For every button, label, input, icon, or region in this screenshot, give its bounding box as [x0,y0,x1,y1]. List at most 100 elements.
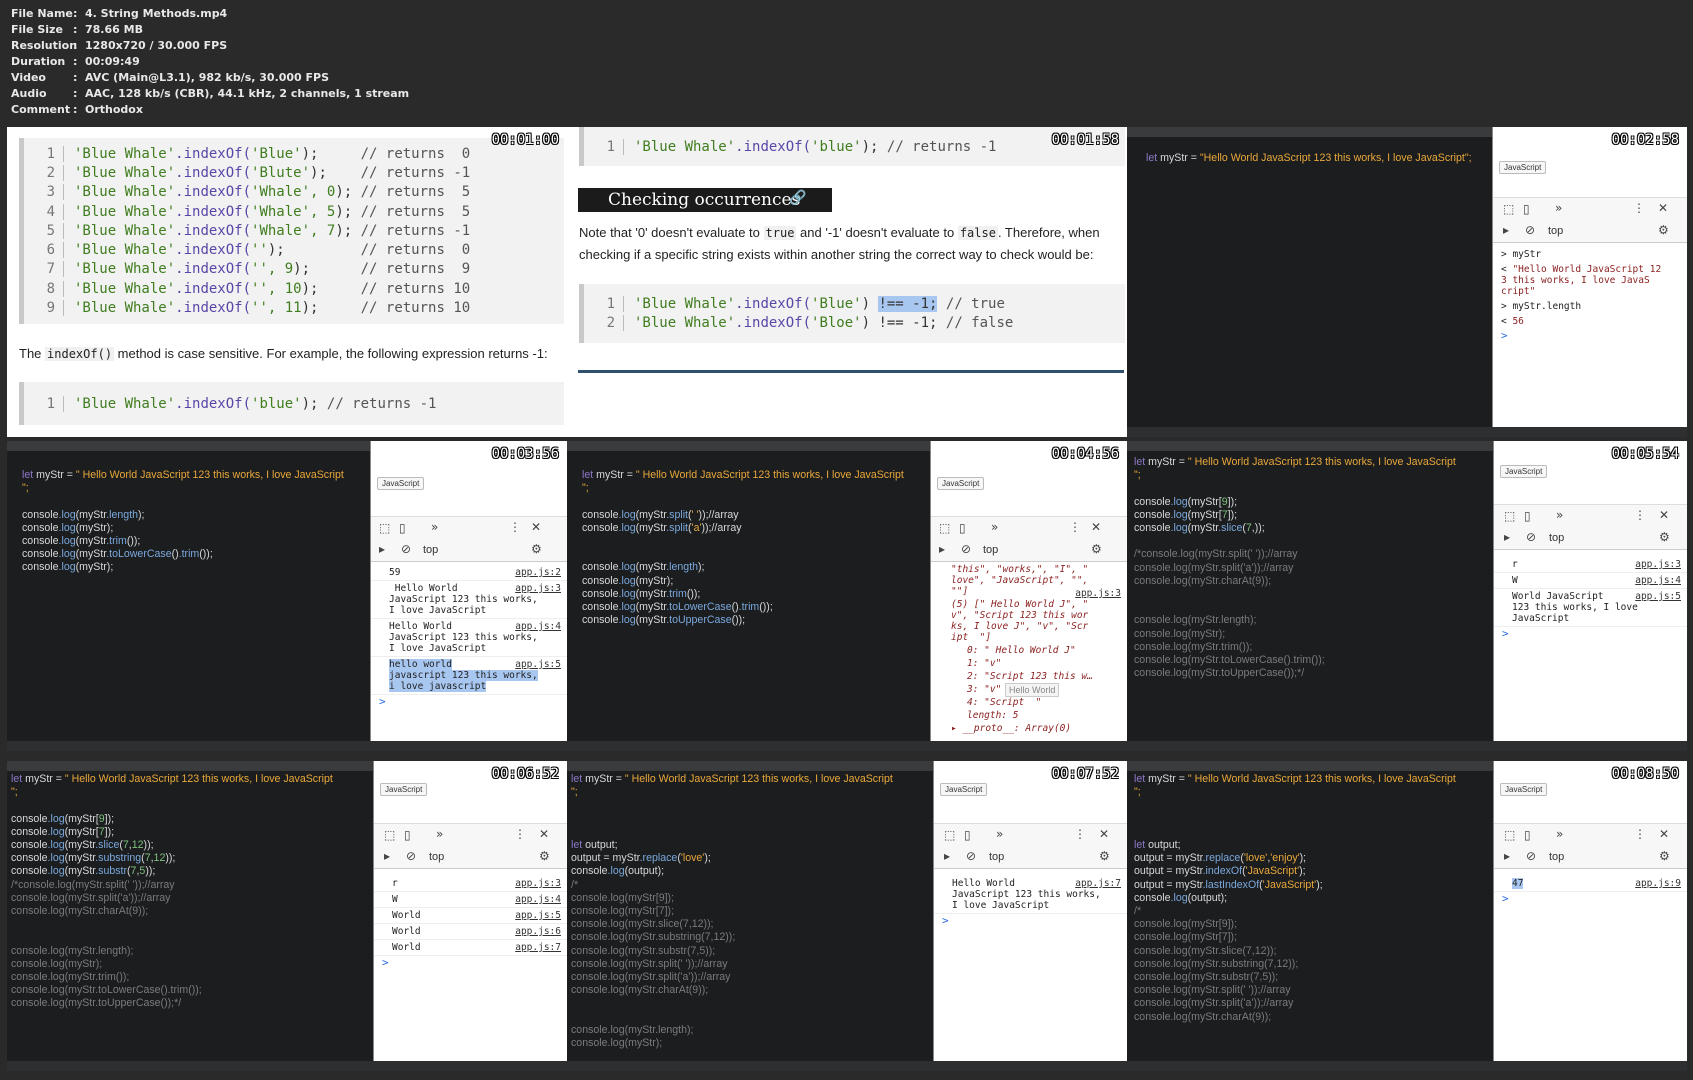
context-selector[interactable]: top [423,544,438,556]
inspect-icon[interactable]: ⬚ [379,521,390,535]
clear-icon[interactable]: ⊘ [1526,530,1536,544]
console-row: length: 5 [931,709,1127,722]
menu-icon[interactable]: ⋮ [1069,520,1081,534]
source-link[interactable]: app.js:7 [515,942,561,953]
source-link[interactable]: app.js:3 [515,583,561,594]
more-tabs-icon[interactable]: » [996,827,1003,841]
gear-icon[interactable]: ⚙ [1091,542,1102,556]
more-tabs-icon[interactable]: » [991,520,998,534]
console-prompt[interactable]: > [934,914,1127,927]
editor-code[interactable]: let myStr = " Hello World JavaScript 123… [1134,456,1456,680]
context-selector[interactable]: top [1549,851,1564,863]
sidebar-icon[interactable]: ▸ [1504,849,1510,863]
gear-icon[interactable]: ⚙ [1658,223,1669,237]
close-icon[interactable]: ✕ [531,520,541,534]
inspect-icon[interactable]: ⬚ [1503,202,1514,216]
sidebar-icon[interactable]: ▸ [939,542,945,556]
more-tabs-icon[interactable]: » [1555,201,1562,215]
page-tab[interactable]: JavaScript [1500,783,1548,796]
sidebar-icon[interactable]: ▸ [944,849,950,863]
source-link[interactable]: app.js:9 [1635,878,1681,889]
source-link[interactable]: app.js:4 [515,894,561,905]
close-icon[interactable]: ✕ [1659,508,1669,522]
editor-code[interactable]: let myStr = " Hello World JavaScript 123… [582,469,904,627]
editor-code[interactable]: let myStr = "Hello World JavaScript 123 … [1146,152,1472,165]
clear-icon[interactable]: ⊘ [961,542,971,556]
context-selector[interactable]: top [983,544,998,556]
close-icon[interactable]: ✕ [539,827,549,841]
console-prompt[interactable]: > [371,695,567,708]
context-selector[interactable]: top [1548,225,1563,237]
more-tabs-icon[interactable]: » [1556,827,1563,841]
editor-code[interactable]: let myStr = " Hello World JavaScript 123… [22,469,344,575]
page-tab[interactable]: JavaScript [1500,465,1548,478]
inspect-icon[interactable]: ⬚ [939,521,950,535]
more-tabs-icon[interactable]: » [436,827,443,841]
editor-code[interactable]: let myStr = " Hello World JavaScript 123… [1134,773,1456,1024]
gear-icon[interactable]: ⚙ [1099,849,1110,863]
sidebar-icon[interactable]: ▸ [1503,223,1509,237]
close-icon[interactable]: ✕ [1099,827,1109,841]
device-icon[interactable]: ▯ [404,828,411,842]
close-icon[interactable]: ✕ [1659,827,1669,841]
sidebar-icon[interactable]: ▸ [379,542,385,556]
source-link[interactable]: app.js:3 [1635,559,1681,570]
device-icon[interactable]: ▯ [964,828,971,842]
page-tab[interactable]: JavaScript [940,783,988,796]
source-link[interactable]: app.js:2 [515,567,561,578]
device-icon[interactable]: ▯ [1523,202,1530,216]
source-link[interactable]: app.js:7 [1075,878,1121,889]
menu-icon[interactable]: ⋮ [1634,508,1646,522]
source-link[interactable]: app.js:5 [1635,591,1681,602]
menu-icon[interactable]: ⋮ [509,520,521,534]
inspect-icon[interactable]: ⬚ [384,828,395,842]
sidebar-icon[interactable]: ▸ [384,849,390,863]
source-link[interactable]: app.js:4 [1635,575,1681,586]
menu-icon[interactable]: ⋮ [514,827,526,841]
menu-icon[interactable]: ⋮ [1074,827,1086,841]
context-selector[interactable]: top [1549,532,1564,544]
editor-code[interactable]: let myStr = " Hello World JavaScript 123… [11,773,333,1011]
close-icon[interactable]: ✕ [1658,201,1668,215]
device-icon[interactable]: ▯ [1524,509,1531,523]
console-prompt[interactable]: > [1493,329,1687,342]
menu-icon[interactable]: ⋮ [1633,201,1645,215]
menu-icon[interactable]: ⋮ [1634,827,1646,841]
console-prompt[interactable]: > [1494,627,1687,640]
page-tab[interactable]: JavaScript [377,477,425,490]
clear-icon[interactable]: ⊘ [406,849,416,863]
gear-icon[interactable]: ⚙ [539,849,550,863]
device-icon[interactable]: ▯ [959,521,966,535]
clear-icon[interactable]: ⊘ [1526,849,1536,863]
device-icon[interactable]: ▯ [1524,828,1531,842]
page-tab[interactable]: JavaScript [1499,161,1547,174]
source-link[interactable]: app.js:5 [515,659,561,670]
page-tab[interactable]: JavaScript [380,783,428,796]
clear-icon[interactable]: ⊘ [401,542,411,556]
editor-code[interactable]: let myStr = " Hello World JavaScript 123… [571,773,893,1050]
source-link[interactable]: app.js:4 [515,621,561,632]
more-tabs-icon[interactable]: » [431,520,438,534]
source-link[interactable]: app.js:6 [515,926,561,937]
clear-icon[interactable]: ⊘ [966,849,976,863]
context-selector[interactable]: top [989,851,1004,863]
inspect-icon[interactable]: ⬚ [1504,509,1515,523]
context-selector[interactable]: top [429,851,444,863]
inspect-icon[interactable]: ⬚ [1504,828,1515,842]
close-icon[interactable]: ✕ [1091,520,1101,534]
link-icon[interactable]: 🔗 [789,190,806,206]
console-prompt[interactable]: > [1494,892,1687,905]
gear-icon[interactable]: ⚙ [1659,849,1670,863]
clear-icon[interactable]: ⊘ [1525,223,1535,237]
gear-icon[interactable]: ⚙ [1659,530,1670,544]
device-icon[interactable]: ▯ [399,521,406,535]
page-tab[interactable]: JavaScript [937,477,985,490]
console-prompt[interactable]: > [374,956,567,969]
sidebar-icon[interactable]: ▸ [1504,530,1510,544]
source-link[interactable]: app.js:3 [1075,588,1121,599]
more-tabs-icon[interactable]: » [1556,508,1563,522]
source-link[interactable]: app.js:5 [515,910,561,921]
inspect-icon[interactable]: ⬚ [944,828,955,842]
gear-icon[interactable]: ⚙ [531,542,542,556]
source-link[interactable]: app.js:3 [515,878,561,889]
